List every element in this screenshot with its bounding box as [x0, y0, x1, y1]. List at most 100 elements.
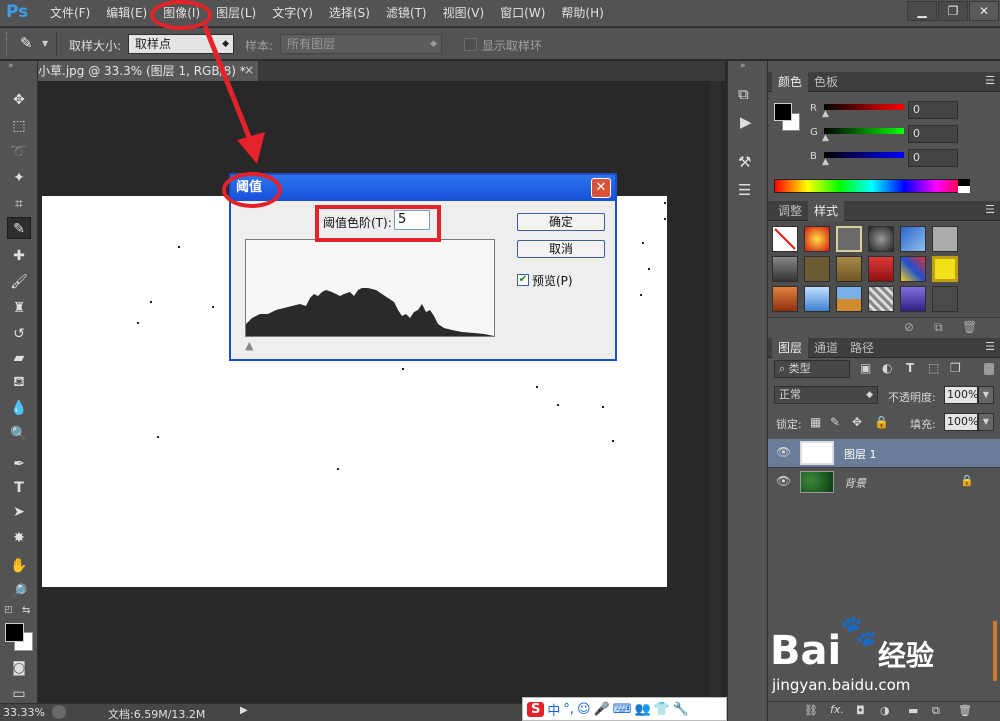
eraser-tool-icon[interactable]: ▰ [7, 347, 31, 369]
dodge-tool-icon[interactable]: 🔍 [7, 423, 31, 445]
ime-voice-icon[interactable]: 🎤 [594, 702, 610, 717]
history-panel-icon[interactable]: ⧉ [738, 85, 749, 103]
visibility-eye-icon[interactable]: 👁 [776, 445, 791, 459]
tool-preset-chevron-icon[interactable]: ▼ [42, 39, 48, 48]
shape-tool-icon[interactable]: ✸ [7, 527, 31, 549]
style-swatch[interactable] [836, 286, 862, 312]
style-swatch[interactable] [868, 286, 894, 312]
swap-colors-icon[interactable]: ⇆ [22, 605, 30, 616]
threshold-slider-thumb-icon[interactable]: ▲ [245, 339, 253, 352]
style-none[interactable] [772, 226, 798, 252]
add-mask-icon[interactable]: ◘ [856, 704, 865, 717]
hand-tool-icon[interactable]: ✋ [7, 555, 31, 577]
stamp-tool-icon[interactable]: ♜ [7, 297, 31, 319]
style-swatch[interactable] [804, 256, 830, 282]
status-menu-arrow-icon[interactable]: ▶ [240, 705, 248, 716]
crop-tool-icon[interactable]: ⌗ [7, 193, 31, 215]
actions-panel-icon[interactable]: ▶ [740, 113, 752, 131]
fill-input[interactable]: 100% [944, 413, 978, 431]
layer-name[interactable]: 背景 [844, 475, 866, 491]
style-swatch[interactable] [900, 226, 926, 252]
close-icon[interactable]: ✕ [591, 178, 611, 198]
channel-b-input[interactable]: 0 [908, 149, 958, 167]
properties-panel-icon[interactable]: ☰ [738, 181, 751, 199]
opacity-input[interactable]: 100% [944, 386, 978, 404]
slider-thumb-icon[interactable]: ▲ [822, 157, 829, 167]
filter-type-icon[interactable]: T [906, 361, 914, 375]
screen-mode-icon[interactable]: ▭ [7, 683, 31, 705]
style-swatch[interactable] [932, 286, 958, 312]
tab-styles[interactable]: 样式 [808, 201, 845, 221]
trash-icon[interactable]: 🗑 [962, 320, 977, 334]
minimize-icon[interactable]: ▁ [907, 1, 937, 21]
tab-channels[interactable]: 通道 [808, 338, 844, 358]
paint-bucket-tool-icon[interactable]: ⛾ [7, 371, 31, 393]
tab-color[interactable]: 颜色 [772, 72, 809, 92]
foreground-color-swatch[interactable] [5, 623, 24, 642]
panel-menu-icon[interactable]: ☰ [985, 340, 995, 353]
pen-tool-icon[interactable]: ✒ [7, 453, 31, 475]
history-brush-tool-icon[interactable]: ↺ [7, 323, 31, 345]
layer-filter-select[interactable]: ⌕ 类型 [774, 360, 850, 378]
zoom-level[interactable]: 33.33% [3, 706, 45, 719]
quick-mask-icon[interactable]: ◙ [7, 657, 31, 679]
cancel-button[interactable]: 取消 [517, 240, 605, 258]
opacity-chevron-icon[interactable]: ▼ [978, 386, 994, 404]
blend-mode-select[interactable]: 正常 ◆ [774, 386, 878, 404]
status-info-icon[interactable] [52, 705, 66, 719]
eyedropper-tool-icon[interactable]: ✎ [20, 34, 33, 52]
ok-button[interactable]: 确定 [517, 213, 605, 231]
lock-transparency-icon[interactable]: ▦ [810, 415, 821, 429]
eyedropper-tool-icon[interactable]: ✎ [7, 217, 31, 239]
tab-layers[interactable]: 图层 [772, 338, 809, 358]
new-style-icon[interactable]: ⧉ [934, 320, 943, 335]
panel-menu-icon[interactable]: ☰ [985, 74, 995, 87]
menu-view[interactable]: 视图(V) [435, 0, 493, 27]
layer-name[interactable]: 图层 1 [844, 446, 877, 462]
style-swatch[interactable] [932, 256, 958, 282]
style-swatch[interactable] [836, 256, 862, 282]
style-swatch[interactable] [932, 226, 958, 252]
menu-filter[interactable]: 滤镜(T) [378, 0, 435, 27]
blur-tool-icon[interactable]: 💧 [7, 397, 31, 419]
style-swatch[interactable] [804, 226, 830, 252]
adjustment-layer-icon[interactable]: ◑ [880, 704, 890, 717]
slider-thumb-icon[interactable]: ▲ [822, 109, 829, 119]
menu-help[interactable]: 帮助(H) [553, 0, 611, 27]
ime-keyboard-icon[interactable]: ⌨ [613, 702, 632, 717]
fx-icon[interactable]: fx. [830, 703, 844, 716]
collapse-toolbox-icon[interactable]: » [8, 61, 14, 71]
style-swatch[interactable] [868, 226, 894, 252]
foreground-color-swatch[interactable] [774, 103, 792, 121]
channel-r-slider[interactable] [824, 104, 904, 110]
preview-checkbox[interactable]: ✔ [517, 274, 529, 286]
filter-smart-object-icon[interactable]: ❐ [950, 361, 961, 375]
lock-pixels-icon[interactable]: ✎ [830, 415, 840, 429]
brush-tool-icon[interactable]: 🖌 [7, 271, 31, 293]
color-spectrum-ramp[interactable] [774, 179, 970, 193]
channel-g-slider[interactable] [824, 128, 904, 134]
tab-paths[interactable]: 路径 [844, 338, 880, 358]
restore-icon[interactable]: ❐ [938, 1, 968, 21]
options-grip[interactable] [6, 32, 14, 56]
menu-select[interactable]: 选择(S) [321, 0, 378, 27]
sogou-logo-icon[interactable]: S [527, 701, 545, 717]
tool-presets-panel-icon[interactable]: ⚒ [738, 153, 751, 171]
vertical-scrollbar[interactable] [709, 81, 721, 704]
ime-emoji-icon[interactable]: ☺ [577, 702, 591, 717]
link-layers-icon[interactable]: ⛓ [804, 704, 818, 717]
channel-r-input[interactable]: 0 [908, 101, 958, 119]
fill-chevron-icon[interactable]: ▼ [978, 413, 994, 431]
new-layer-icon[interactable]: ⧉ [932, 704, 940, 718]
tab-swatches[interactable]: 色板 [808, 72, 844, 92]
style-swatch[interactable] [900, 256, 926, 282]
layer-row[interactable]: 👁 图层 1 [768, 439, 1000, 467]
lasso-tool-icon[interactable]: ➰ [7, 141, 31, 163]
lock-all-icon[interactable]: 🔒 [874, 415, 889, 429]
channel-g-input[interactable]: 0 [908, 125, 958, 143]
type-tool-icon[interactable]: T [7, 477, 31, 499]
style-swatch[interactable] [868, 256, 894, 282]
clear-style-icon[interactable]: ⊘ [904, 320, 914, 334]
ime-user-icon[interactable]: 👥 [635, 702, 651, 717]
zoom-tool-icon[interactable]: 🔎 [7, 581, 31, 603]
